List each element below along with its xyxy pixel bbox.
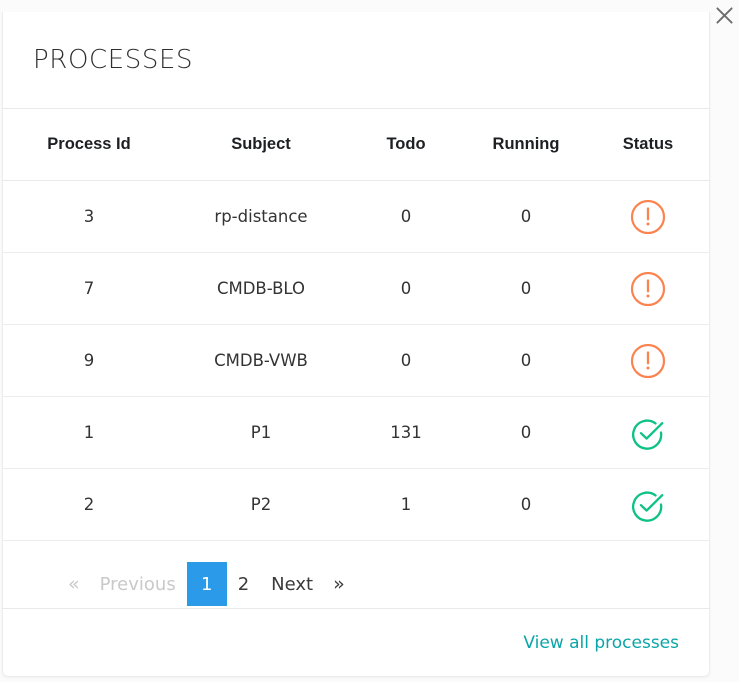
cell-process-id: 9 (3, 324, 175, 397)
close-button[interactable] (710, 0, 739, 30)
exclamation-circle-icon (629, 342, 667, 380)
cell-status (587, 396, 709, 469)
close-icon (715, 6, 734, 25)
column-header-todo: Todo (347, 109, 465, 181)
cell-status (587, 252, 709, 325)
cell-subject: P1 (175, 396, 347, 469)
cell-todo: 1 (347, 468, 465, 541)
exclamation-circle-icon (629, 198, 667, 236)
page-title: PROCESSES (33, 45, 194, 75)
pagination-first-button[interactable]: « (59, 562, 89, 606)
table-row[interactable]: 1 P1 131 0 (3, 396, 709, 469)
table-header: Process Id Subject Todo Running Status (3, 109, 709, 181)
processes-table: Process Id Subject Todo Running Status 3… (3, 109, 709, 541)
pagination: « Previous 1 2 Next » (59, 562, 354, 606)
cell-subject: P2 (175, 468, 347, 541)
cell-status (587, 324, 709, 397)
cell-running: 0 (465, 396, 587, 469)
cell-subject: rp-distance (175, 180, 347, 253)
column-header-status: Status (587, 109, 709, 181)
table-row[interactable]: 7 CMDB-BLO 0 0 (3, 252, 709, 325)
exclamation-circle-icon (629, 270, 667, 308)
cell-subject: CMDB-VWB (175, 324, 347, 397)
cell-status (587, 468, 709, 541)
pagination-bar: « Previous 1 2 Next » (3, 541, 709, 608)
processes-panel: PROCESSES Process Id Subject Todo Runnin… (2, 12, 710, 677)
column-header-process-id: Process Id (3, 109, 175, 181)
cell-process-id: 7 (3, 252, 175, 325)
cell-process-id: 1 (3, 396, 175, 469)
cell-running: 0 (465, 252, 587, 325)
cell-running: 0 (465, 468, 587, 541)
cell-todo: 0 (347, 180, 465, 253)
pagination-next-button[interactable]: Next (260, 562, 324, 606)
pagination-previous-button[interactable]: Previous (89, 562, 187, 606)
cell-process-id: 2 (3, 468, 175, 541)
table-row[interactable]: 2 P2 1 0 (3, 468, 709, 541)
pagination-last-button[interactable]: » (324, 562, 354, 606)
column-header-subject: Subject (175, 109, 347, 181)
cell-subject: CMDB-BLO (175, 252, 347, 325)
cell-todo: 0 (347, 252, 465, 325)
table-row[interactable]: 3 rp-distance 0 0 (3, 180, 709, 253)
table-header-row: Process Id Subject Todo Running Status (3, 109, 709, 181)
pagination-page-1[interactable]: 1 (186, 562, 227, 606)
panel-header: PROCESSES (3, 12, 709, 109)
cell-process-id: 3 (3, 180, 175, 253)
panel-footer: View all processes (3, 608, 709, 676)
cell-running: 0 (465, 180, 587, 253)
check-circle-icon (628, 485, 668, 525)
cell-status (587, 180, 709, 253)
column-header-running: Running (465, 109, 587, 181)
pagination-page-2[interactable]: 2 (227, 562, 260, 606)
view-all-processes-link[interactable]: View all processes (523, 633, 679, 653)
check-circle-icon (628, 413, 668, 453)
table-body: 3 rp-distance 0 0 7 CMDB-BLO 0 0 9 CMDB-… (3, 180, 709, 541)
table-row[interactable]: 9 CMDB-VWB 0 0 (3, 324, 709, 397)
cell-running: 0 (465, 324, 587, 397)
cell-todo: 0 (347, 324, 465, 397)
cell-todo: 131 (347, 396, 465, 469)
